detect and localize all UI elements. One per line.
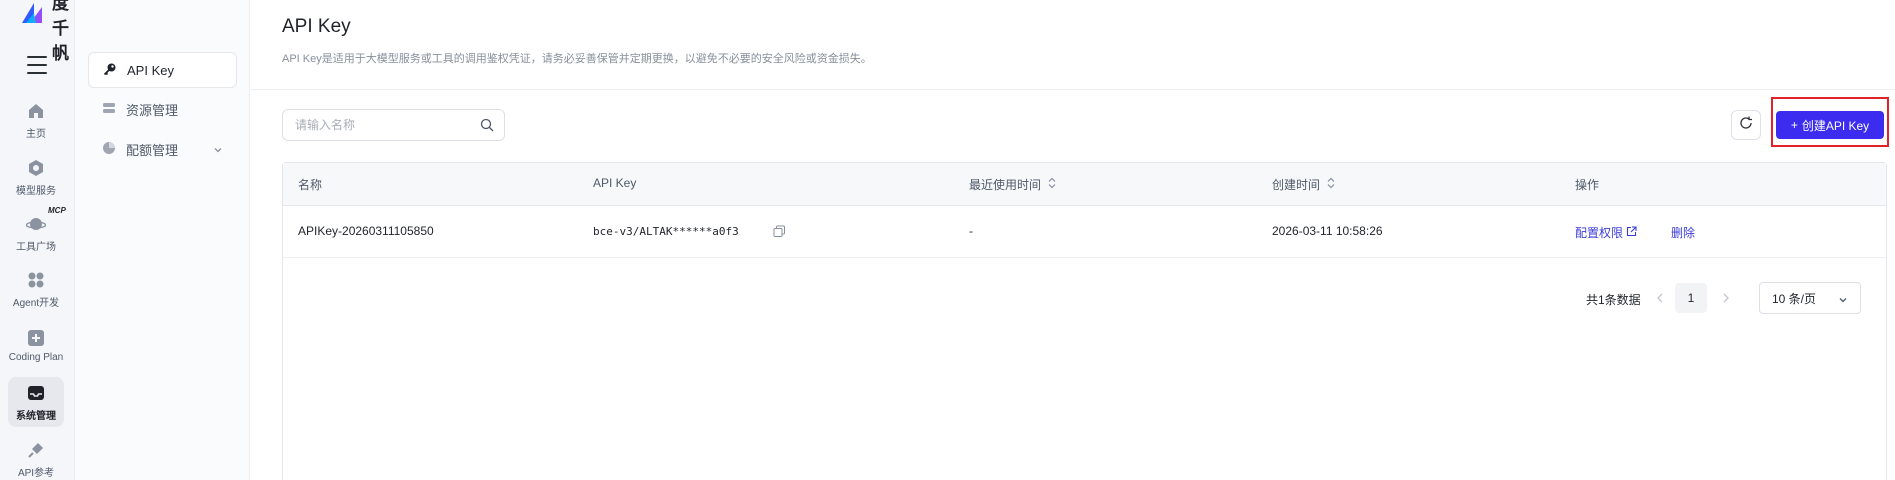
- search-input[interactable]: [295, 118, 465, 132]
- primary-nav-rail: 百度千帆 主页 模型服务 MCP 工具广场: [0, 0, 75, 480]
- sort-icon[interactable]: [1047, 177, 1057, 192]
- column-header-api-key: API Key: [593, 176, 636, 190]
- chevron-down-icon[interactable]: [213, 143, 223, 158]
- chevron-right-icon[interactable]: [1721, 291, 1731, 309]
- cell-api-key: bce-v3/ALTAK******a0f3: [593, 225, 739, 238]
- page-size-value: 10 条/页: [1772, 291, 1817, 306]
- pagination: 共1条数据 1 10 条/页: [283, 282, 1886, 316]
- model-hexagon-icon: [26, 158, 46, 178]
- apps-grid-icon: [26, 270, 46, 290]
- brand-logo[interactable]: 百度千帆: [20, 0, 74, 63]
- plus-square-icon: [26, 328, 46, 348]
- create-button-highlight: + 创建API Key: [1771, 97, 1889, 147]
- rail-item-label: Agent开发: [12, 297, 60, 309]
- rail-item-agent-dev[interactable]: Agent开发: [8, 264, 64, 314]
- column-header-actions: 操作: [1575, 176, 1599, 193]
- rail-item-coding-plan[interactable]: Coding Plan: [8, 320, 64, 370]
- column-header-label: 创建时间: [1272, 178, 1321, 192]
- secondary-sidebar: API Key 资源管理 配额管理: [75, 0, 250, 480]
- rail-item-api-reference[interactable]: API参考: [8, 434, 64, 480]
- cell-name: APIKey-20260311105850: [298, 224, 434, 238]
- column-header-label: API Key: [593, 176, 637, 190]
- table-row: APIKey-20260311105850 bce-v3/ALTAK******…: [283, 206, 1886, 258]
- create-api-key-button[interactable]: + 创建API Key: [1776, 111, 1884, 139]
- main-content: API Key API Key是适用于大模型服务或工具的调用鉴权凭证，请务必妥善…: [251, 0, 1895, 480]
- create-button-label: 创建API Key: [1801, 118, 1870, 133]
- planet-icon: [26, 214, 46, 234]
- sidebar-item-label: 配额管理: [126, 142, 179, 158]
- rail-item-home[interactable]: 主页: [8, 95, 64, 145]
- action-label: 配置权限: [1575, 226, 1624, 240]
- app-root: 百度千帆 主页 模型服务 MCP 工具广场: [0, 0, 1895, 480]
- external-link-icon: [1626, 225, 1637, 240]
- column-header-label: 操作: [1575, 178, 1600, 192]
- search-box[interactable]: [282, 109, 505, 141]
- page-title: API Key: [282, 16, 351, 37]
- rail-item-label: 系统管理: [16, 410, 56, 422]
- column-header-label: 名称: [298, 178, 323, 192]
- database-icon: [102, 101, 116, 118]
- column-header-last-used[interactable]: 最近使用时间: [969, 176, 1057, 193]
- column-header-name: 名称: [298, 176, 322, 193]
- rail-item-system-management[interactable]: 系统管理: [8, 377, 64, 427]
- total-count: 共1条数据: [1586, 293, 1641, 307]
- sidebar-item-resource-management[interactable]: 资源管理: [88, 91, 237, 127]
- pie-chart-icon: [102, 141, 116, 158]
- brand-name: 百度千帆: [52, 0, 70, 63]
- cell-last-used: -: [969, 224, 973, 238]
- key-icon: [103, 62, 117, 79]
- column-header-created[interactable]: 创建时间: [1272, 176, 1336, 193]
- rail-item-tool-plaza[interactable]: MCP 工具广场: [8, 206, 66, 258]
- refresh-icon: [1739, 116, 1753, 135]
- refresh-button[interactable]: [1731, 110, 1761, 140]
- home-icon: [26, 101, 46, 121]
- delete-link[interactable]: 删除: [1671, 224, 1695, 241]
- rail-item-label: 主页: [26, 128, 46, 140]
- plus-icon: +: [1790, 118, 1798, 132]
- chevron-down-icon: [1838, 294, 1848, 308]
- cell-created: 2026-03-11 10:58:26: [1272, 224, 1383, 238]
- api-key-table: 名称 API Key 最近使用时间 创建时间 操作 APIKey-2026031…: [282, 162, 1887, 480]
- rail-item-model-service[interactable]: 模型服务: [8, 152, 64, 202]
- rail-item-label: Coding Plan: [8, 351, 64, 363]
- sidebar-item-label: 资源管理: [126, 102, 179, 118]
- column-header-label: 最近使用时间: [969, 178, 1042, 192]
- page-size-select[interactable]: 10 条/页: [1759, 282, 1861, 314]
- inbox-icon: [26, 383, 46, 403]
- sidebar-item-api-key[interactable]: API Key: [88, 52, 237, 88]
- page-description: API Key是适用于大模型服务或工具的调用鉴权凭证，请务必妥善保管并定期更换，…: [282, 53, 872, 65]
- menu-toggle-icon[interactable]: [27, 56, 47, 74]
- copy-icon[interactable]: [773, 225, 786, 241]
- sidebar-item-label: API Key: [127, 62, 174, 78]
- plug-icon: [26, 440, 46, 460]
- rail-item-label: 模型服务: [16, 185, 56, 197]
- sort-icon[interactable]: [1326, 177, 1336, 192]
- header-divider: [251, 89, 1895, 90]
- rail-item-label: 工具广场: [16, 241, 56, 253]
- search-icon[interactable]: [480, 118, 494, 137]
- rail-item-label: API参考: [17, 467, 55, 479]
- page-number-current[interactable]: 1: [1675, 283, 1707, 313]
- table-header: 名称 API Key 最近使用时间 创建时间 操作: [283, 163, 1886, 206]
- chevron-left-icon[interactable]: [1655, 291, 1665, 309]
- configure-permissions-link[interactable]: 配置权限: [1575, 224, 1637, 241]
- sidebar-item-quota-management[interactable]: 配额管理: [88, 131, 237, 167]
- brand-logo-icon: [20, 1, 46, 27]
- mcp-badge: MCP: [48, 206, 66, 215]
